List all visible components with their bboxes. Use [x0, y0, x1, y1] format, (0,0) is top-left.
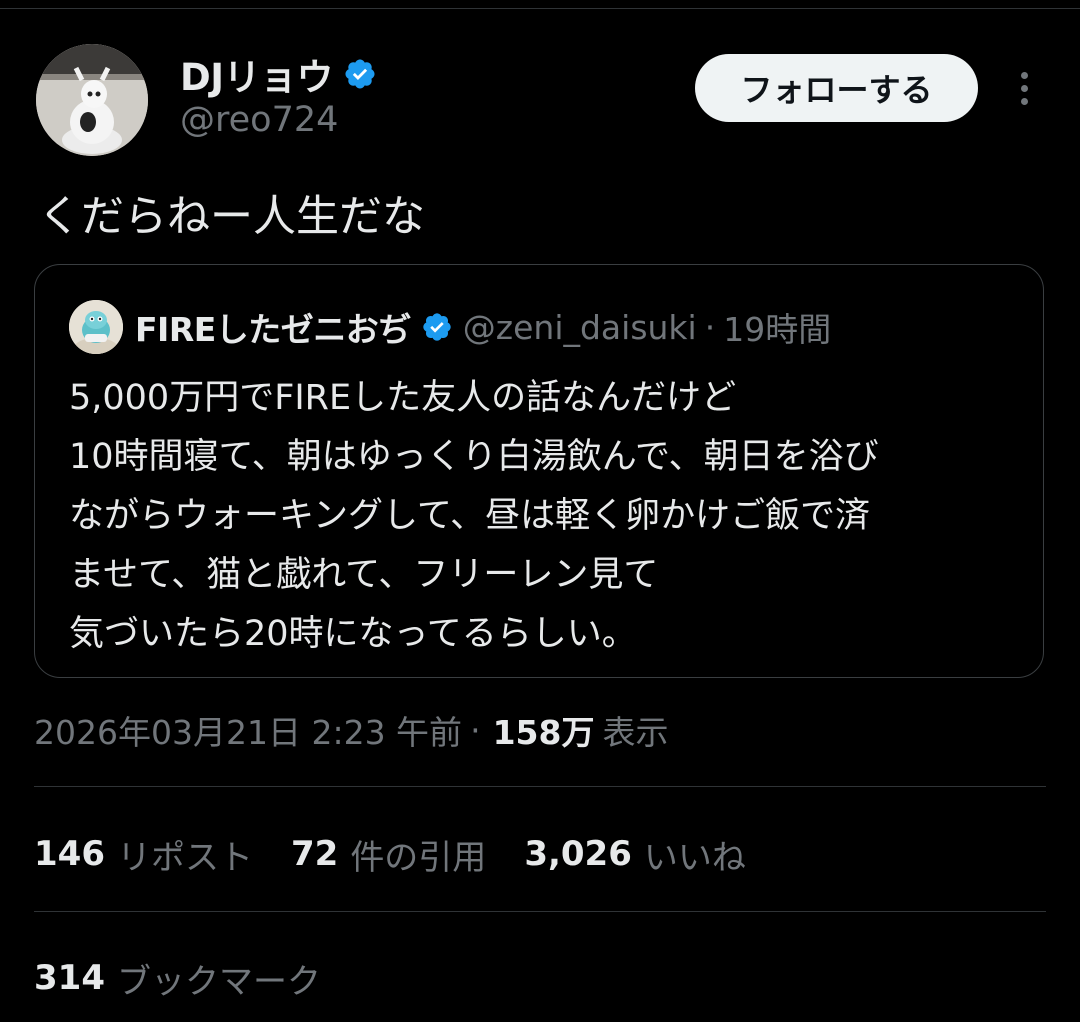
verified-badge-icon: [343, 57, 377, 91]
likes-count: 3,026: [524, 834, 632, 874]
tweet-meta: 2026年03月21日 2:23 午前 · 158万 表示: [34, 704, 668, 756]
quotes-stat[interactable]: 72 件の引用: [291, 830, 486, 879]
likes-stat[interactable]: 3,026 いいね: [524, 830, 746, 879]
more-dot: [1020, 71, 1028, 79]
quoted-tweet-text: 5,000万円でFIREした友人の話なんだけど 10時間寝て、朝はゆっくり白湯飲…: [69, 369, 1019, 664]
divider: [34, 911, 1046, 912]
quotes-label: 件の引用: [350, 837, 487, 878]
likes-label: いいね: [643, 837, 746, 878]
quoted-tweet-card[interactable]: FIREしたゼニおぢ @zeni_daisuki · 19時間 5,000万円で…: [34, 264, 1044, 678]
top-divider: [0, 8, 1080, 9]
quoted-text-line: ながらウォーキングして、昼は軽く卵かけご飯で済: [69, 496, 871, 536]
quoted-text-line: 5,000万円でFIREした友人の話なんだけど: [69, 378, 737, 418]
tweet-text: くだらねー人生だな: [38, 192, 425, 242]
quoted-tweet-time: 19時間: [723, 310, 832, 349]
reposts-count: 146: [34, 834, 105, 874]
engagement-stats: 146 リポスト 72 件の引用 3,026 いいね: [34, 828, 784, 880]
bookmarks-count: 314: [34, 958, 105, 998]
quotes-count: 72: [290, 834, 339, 874]
author-avatar[interactable]: [36, 44, 148, 156]
author-display-name[interactable]: DJリョウ: [180, 47, 333, 101]
quoted-text-line: 気づいたら20時になってるらしい。: [69, 614, 637, 654]
quoted-tweet-header: FIREしたゼニおぢ @zeni_daisuki · 19時間: [69, 287, 831, 367]
more-dot: [1020, 84, 1028, 92]
quoted-text-line: 10時間寝て、朝はゆっくり白湯飲んで、朝日を浴び: [69, 437, 879, 477]
more-dot: [1020, 97, 1028, 105]
bookmarks-stat[interactable]: 314 ブックマーク: [34, 952, 321, 1004]
quoted-separator: ·: [704, 307, 716, 347]
author-handle[interactable]: @reo724: [180, 100, 338, 140]
follow-button[interactable]: フォローする: [695, 54, 978, 122]
tweet-timestamp[interactable]: 2026年03月21日 2:23 午前: [34, 706, 462, 754]
quoted-author-display-name: FIREしたゼニおぢ: [135, 310, 411, 349]
views-count: 158万: [492, 713, 595, 752]
bookmarks-label: ブックマーク: [116, 961, 321, 1002]
reposts-label: リポスト: [116, 837, 253, 878]
views-label: 表示: [602, 713, 669, 752]
author-name-row: DJリョウ: [180, 47, 377, 101]
divider: [34, 786, 1046, 787]
verified-badge-icon: [421, 311, 453, 343]
quoted-text-line: ませて、猫と戯れて、フリーレン見て: [69, 555, 659, 595]
meta-separator: ·: [470, 710, 481, 750]
more-options-icon[interactable]: [1004, 68, 1044, 108]
reposts-stat[interactable]: 146 リポスト: [34, 830, 253, 879]
quoted-author-avatar: [69, 300, 123, 354]
quoted-author-handle: @zeni_daisuki: [462, 307, 697, 347]
